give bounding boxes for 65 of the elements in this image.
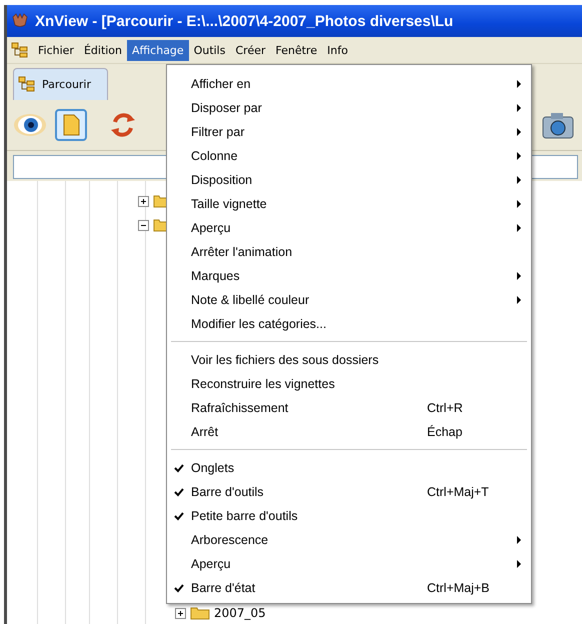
menu-item[interactable]: Reconstruire les vignettes (167, 372, 531, 396)
expand-toggle[interactable] (138, 196, 149, 206)
menu-item[interactable]: Taille vignette (167, 192, 531, 216)
expand-toggle[interactable] (175, 608, 186, 618)
camera-icon[interactable] (542, 111, 574, 139)
menu-item[interactable]: Arborescence (167, 528, 531, 552)
folder-name[interactable]: 2007_05 (214, 606, 266, 620)
menu-item-label: Barre d'état (191, 581, 256, 595)
menu-item[interactable]: Arrêt Échap (167, 420, 531, 444)
menu-item[interactable]: Arrêter l'animation (167, 240, 531, 264)
menu-item[interactable]: Disposition (167, 168, 531, 192)
menu-item-label: Aperçu (191, 221, 231, 235)
menu-bar-item[interactable]: Affichage (127, 40, 189, 60)
menu-item-label: Barre d'outils (191, 485, 264, 499)
menu-item-label: Arrêt (191, 425, 218, 439)
menu-bar-item[interactable]: Fichier (33, 40, 79, 60)
menu-bar-item[interactable]: Outils (188, 40, 230, 60)
app-icon (11, 13, 29, 29)
menu-item-label: Reconstruire les vignettes (191, 377, 335, 391)
menu-item[interactable]: Onglets (167, 456, 531, 480)
document-icon[interactable] (55, 109, 87, 141)
menu-item[interactable]: Modifier les catégories... (167, 312, 531, 336)
menu-item[interactable]: Disposer par (167, 96, 531, 120)
menu-bar-item[interactable]: Créer (230, 40, 271, 60)
menu-item-label: Arborescence (191, 533, 268, 547)
menu-item-label: Disposer par (191, 101, 262, 115)
menu-item-label: Rafraîchissement (191, 401, 288, 415)
menu-bar-item[interactable]: Édition (78, 40, 128, 60)
menu-item[interactable]: Filtrer par (167, 120, 531, 144)
shortcut-label: Ctrl+R (427, 401, 463, 415)
shortcut-label: Ctrl+Maj+T (427, 485, 489, 499)
shortcut-label: Échap (427, 425, 462, 439)
menu-item[interactable]: Note & libellé couleur (167, 288, 531, 312)
menu-item-label: Filtrer par (191, 125, 244, 139)
menu-item-label: Afficher en (191, 77, 251, 91)
menu-item-label: Marques (191, 269, 240, 283)
menu-item[interactable]: Barre d'état Ctrl+Maj+B (167, 576, 531, 600)
shortcut-label: Ctrl+Maj+B (427, 581, 490, 595)
menu-item-label: Onglets (191, 461, 234, 475)
menu-bar-item[interactable]: Info (322, 40, 353, 60)
menu-item-label: Colonne (191, 149, 238, 163)
folder-icon (190, 606, 210, 620)
menu-item-label: Petite barre d'outils (191, 509, 298, 523)
menu-bar-item[interactable]: Fenêtre (270, 40, 322, 60)
menu-item[interactable]: Aperçu (167, 216, 531, 240)
menu-item[interactable]: Marques (167, 264, 531, 288)
menu-item-label: Arrêter l'animation (191, 245, 292, 259)
menu-item[interactable]: Barre d'outils Ctrl+Maj+T (167, 480, 531, 504)
tree-icon (11, 42, 29, 58)
menu-item-label: Voir les fichiers des sous dossiers (191, 353, 379, 367)
menu-item[interactable]: Petite barre d'outils (167, 504, 531, 528)
menu-item-label: Note & libellé couleur (191, 293, 310, 307)
expand-toggle[interactable] (138, 220, 149, 230)
menu-item-label: Disposition (191, 173, 252, 187)
menu-item-label: Taille vignette (191, 197, 267, 211)
menu-item[interactable]: Afficher en (167, 72, 531, 96)
tab[interactable]: Parcourir (13, 68, 108, 100)
menu-item[interactable]: Aperçu (167, 552, 531, 576)
tree-icon (18, 76, 36, 92)
menu-item[interactable]: Colonne (167, 144, 531, 168)
window-title: XnView - [Parcourir - E:\...\2007\4-2007_Photos diverses\Lu (35, 12, 454, 30)
menu-item[interactable]: Rafraîchissement Ctrl+R (167, 396, 531, 420)
menu-item-label: Aperçu (191, 557, 231, 571)
menu-item-label: Modifier les catégories... (191, 317, 326, 331)
menu-item[interactable]: Voir les fichiers des sous dossiers (167, 348, 531, 372)
